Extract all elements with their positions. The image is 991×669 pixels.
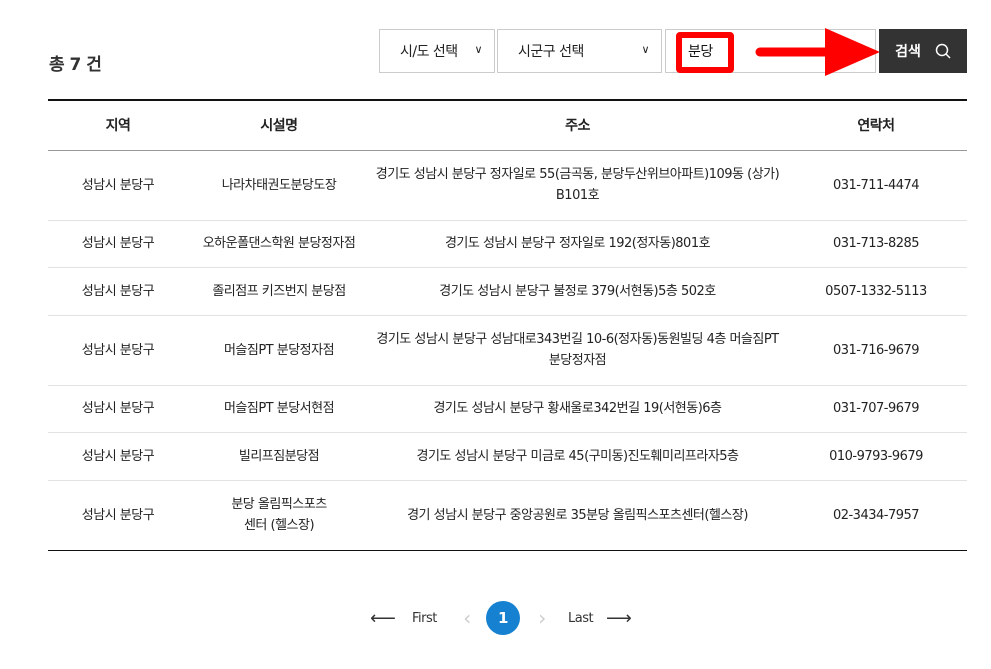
cell-contact: 010-9793-9679 <box>785 432 967 481</box>
cell-facility-name: 분당 올림픽스포츠센터 (헬스장) <box>231 497 327 533</box>
cell-address: 경기도 성남시 분당구 성남대로343번길 10-6(정자동)동원빌딩 4층 머… <box>370 315 785 386</box>
cell-region: 성남시 분당구 <box>48 220 188 268</box>
header-contact: 연락처 <box>785 100 967 151</box>
sido-select[interactable]: 시/도 선택 ∨ <box>379 29 495 73</box>
search-icon <box>935 43 951 59</box>
result-count: 총 7 건 <box>49 55 102 75</box>
sido-select-label: 시/도 선택 <box>400 44 458 60</box>
cell-facility-name: 졸리점프 키즈번지 분당점 <box>188 267 370 316</box>
table-header: 지역 시설명 주소 연락처 <box>48 100 967 151</box>
search-button-label: 검색 <box>895 43 921 59</box>
cell-address: 경기도 성남시 분당구 황새울로342번길 19(서현동)6층 <box>370 385 785 433</box>
cell-facility-name: 머슬짐PT 분당서현점 <box>188 385 370 433</box>
table-row: 성남시 분당구 분당 올림픽스포츠센터 (헬스장) 경기 성남시 분당구 중앙공원로… <box>48 480 967 550</box>
first-arrow-icon[interactable]: ⟵ <box>370 608 404 629</box>
cell-facility-name: 머슬짐PT 분당정자점 <box>188 315 370 386</box>
table-row: 성남시 분당구 나라차태권도분당도장 경기도 성남시 분당구 정자일로 55(금곡동… <box>48 150 967 221</box>
cell-contact: 031-716-9679 <box>785 315 967 386</box>
header-address: 주소 <box>370 100 785 151</box>
first-page-link[interactable]: First <box>412 611 452 626</box>
last-arrow-icon[interactable]: ⟶ <box>606 608 636 629</box>
search-button[interactable]: 검색 <box>879 29 967 73</box>
header-region: 지역 <box>48 100 188 151</box>
cell-contact: 02-3434-7957 <box>832 507 920 523</box>
cell-address: 경기도 성남시 분당구 불정로 379(서현동)5층 502호 <box>370 267 785 316</box>
table-row: 성남시 분당구 머슬짐PT 분당정자점 경기도 성남시 분당구 성남대로343번길 … <box>48 315 967 386</box>
pagination: ⟵ First ‹ 1 › Last ⟶ <box>370 600 636 636</box>
annotation-arrow-icon <box>755 28 880 76</box>
next-page-icon[interactable]: › <box>520 606 564 630</box>
cell-region: 성남시 분당구 <box>48 385 188 433</box>
table-row: 성남시 분당구 머슬짐PT 분당서현점 경기도 성남시 분당구 황새울로342번길 … <box>48 385 967 433</box>
cell-facility-name: 오하운폴댄스학원 분당정자점 <box>188 220 370 268</box>
cell-contact: 031-713-8285 <box>785 220 967 268</box>
cell-address: 경기 성남시 분당구 중앙공원로 35분당 올림픽스포츠센터(헬스장) <box>407 507 748 523</box>
table-row: 성남시 분당구 오하운폴댄스학원 분당정자점 경기도 성남시 분당구 정자일로 19… <box>48 220 967 268</box>
cell-facility-name: 빌리프짐분당점 <box>188 432 370 481</box>
header-facility: 시설명 <box>188 100 370 151</box>
cell-region: 성남시 분당구 <box>48 150 188 221</box>
cell-facility-name: 나라차태권도분당도장 <box>188 150 370 221</box>
cell-contact: 031-711-4474 <box>785 150 967 221</box>
facility-table: 지역 시설명 주소 연락처 성남시 분당구 나라차태권도분당도장 경기도 성남시 분… <box>48 99 967 551</box>
table-row: 성남시 분당구 빌리프짐분당점 경기도 성남시 분당구 미금로 45(구미동)진도훼… <box>48 432 967 481</box>
chevron-down-icon: ∨ <box>474 43 482 56</box>
cell-address: 경기도 성남시 분당구 정자일로 192(정자동)801호 <box>370 220 785 268</box>
cell-region: 성남시 분당구 <box>48 432 188 481</box>
highlight-box <box>676 32 734 73</box>
sigungu-select-label: 시군구 선택 <box>518 44 584 60</box>
last-page-link[interactable]: Last <box>568 611 606 626</box>
page-1[interactable]: 1 <box>486 601 520 635</box>
cell-region: 성남시 분당구 <box>48 315 188 386</box>
cell-address: 경기도 성남시 분당구 미금로 45(구미동)진도훼미리프라자5층 <box>370 432 785 481</box>
chevron-down-icon: ∨ <box>641 43 649 56</box>
table-row: 성남시 분당구 졸리점프 키즈번지 분당점 경기도 성남시 분당구 불정로 379(… <box>48 267 967 316</box>
cell-region: 성남시 분당구 <box>81 507 155 523</box>
cell-region: 성남시 분당구 <box>48 267 188 316</box>
cell-contact: 031-707-9679 <box>785 385 967 433</box>
cell-address: 경기도 성남시 분당구 정자일로 55(금곡동, 분당두산위브아파트)109동 … <box>370 150 785 221</box>
sigungu-select[interactable]: 시군구 선택 ∨ <box>497 29 662 73</box>
cell-contact: 0507-1332-5113 <box>785 267 967 316</box>
prev-page-icon[interactable]: ‹ <box>452 606 482 630</box>
